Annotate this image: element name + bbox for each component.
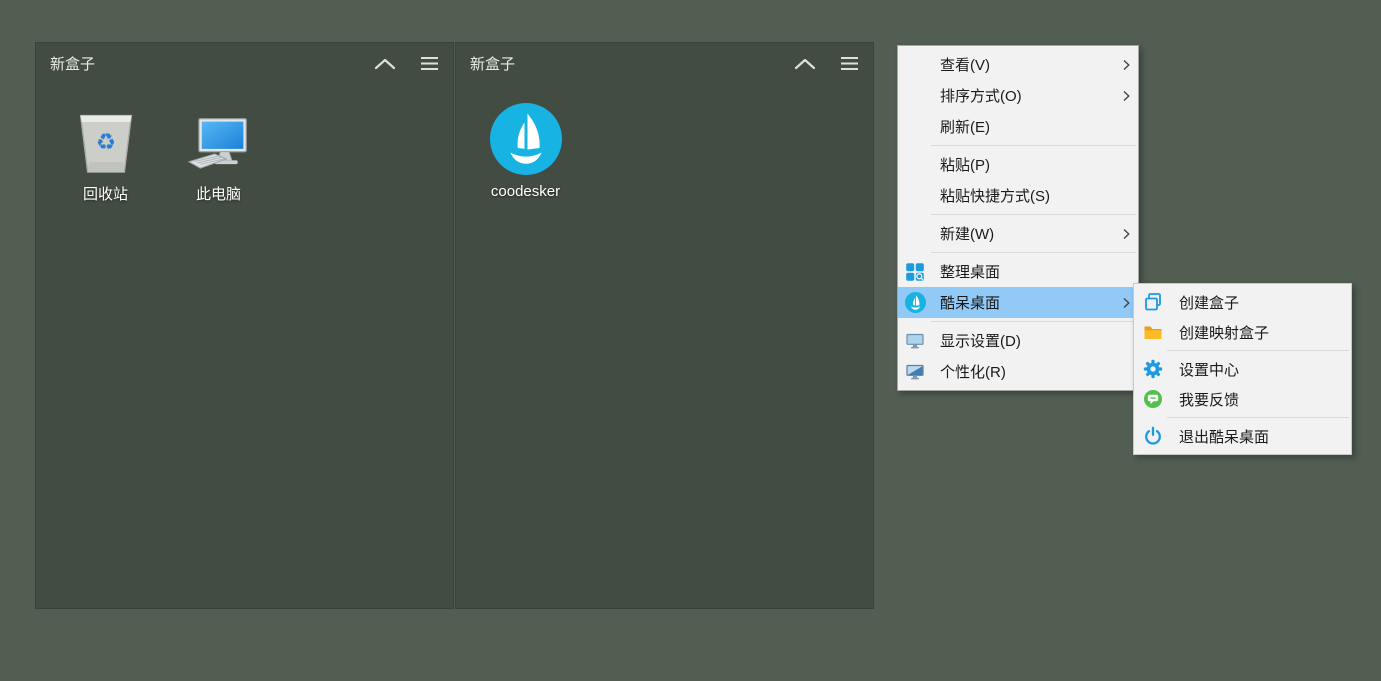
- submenu-arrow-icon: [1114, 90, 1138, 102]
- create-box-icon: [1134, 292, 1171, 312]
- display-settings-icon: [898, 331, 932, 351]
- box-titlebar[interactable]: 新盒子: [456, 43, 873, 83]
- organize-desktop-icon: [898, 262, 932, 282]
- chevron-up-icon[interactable]: [374, 57, 396, 70]
- personalize-icon: [898, 362, 932, 382]
- hamburger-menu-icon[interactable]: [839, 56, 860, 71]
- menu-item-sort-by[interactable]: 排序方式(O): [898, 80, 1138, 111]
- icon-label: 此电脑: [196, 183, 241, 204]
- menu-separator: [931, 145, 1136, 146]
- submenu-item-create-mapped-box[interactable]: 创建映射盒子: [1134, 317, 1351, 347]
- submenu-arrow-icon: [1114, 228, 1138, 240]
- menu-item-new[interactable]: 新建(W): [898, 218, 1138, 249]
- box-titlebar[interactable]: 新盒子: [36, 43, 453, 83]
- this-pc-icon: [186, 97, 252, 175]
- submenu-item-create-box[interactable]: 创建盒子: [1134, 287, 1351, 317]
- box-title: 新盒子: [50, 53, 374, 74]
- icon-label: 回收站: [83, 183, 128, 204]
- menu-separator: [931, 252, 1136, 253]
- submenu-item-feedback[interactable]: 我要反馈: [1134, 384, 1351, 414]
- menu-item-display-settings[interactable]: 显示设置(D): [898, 325, 1138, 356]
- desktop-icon-recycle-bin[interactable]: ♻ 回收站: [49, 97, 162, 204]
- hamburger-menu-icon[interactable]: [419, 56, 440, 71]
- icon-label: coodesker: [491, 183, 560, 200]
- folder-icon: [1134, 322, 1171, 342]
- menu-item-organize-desktop[interactable]: 整理桌面: [898, 256, 1138, 287]
- feedback-chat-icon: [1134, 389, 1171, 409]
- menu-item-paste-shortcut[interactable]: 粘贴快捷方式(S): [898, 180, 1138, 211]
- desktop-icon-this-pc[interactable]: 此电脑: [162, 97, 275, 204]
- power-icon: [1134, 426, 1171, 446]
- menu-item-paste[interactable]: 粘贴(P): [898, 149, 1138, 180]
- menu-separator: [1167, 350, 1349, 351]
- submenu-item-settings-center[interactable]: 设置中心: [1134, 354, 1351, 384]
- menu-separator: [931, 321, 1136, 322]
- menu-item-refresh[interactable]: 刷新(E): [898, 111, 1138, 142]
- submenu-item-exit-coodesker[interactable]: 退出酷呆桌面: [1134, 421, 1351, 451]
- desktop-box-2: 新盒子 coodesker: [455, 42, 874, 609]
- coodesker-sailboat-icon: [898, 292, 932, 313]
- chevron-up-icon[interactable]: [794, 57, 816, 70]
- menu-separator: [931, 214, 1136, 215]
- desktop-context-menu: 查看(V) 排序方式(O) 刷新(E) 粘贴(P) 粘贴快捷方式(S) 新建(W…: [897, 45, 1139, 391]
- menu-separator: [1167, 417, 1349, 418]
- desktop-box-1: 新盒子 ♻ 回收站: [35, 42, 454, 609]
- coodesker-sailboat-icon: [490, 97, 562, 175]
- svg-text:♻: ♻: [95, 129, 115, 154]
- menu-item-personalize[interactable]: 个性化(R): [898, 356, 1138, 387]
- menu-item-coodesker[interactable]: 酷呆桌面: [898, 287, 1138, 318]
- desktop-icon-coodesker[interactable]: coodesker: [469, 97, 582, 200]
- box-title: 新盒子: [470, 53, 794, 74]
- menu-item-view[interactable]: 查看(V): [898, 49, 1138, 80]
- recycle-bin-icon: ♻: [75, 97, 137, 175]
- submenu-arrow-icon: [1114, 59, 1138, 71]
- coodesker-submenu: 创建盒子 创建映射盒子: [1133, 283, 1352, 455]
- gear-icon: [1134, 359, 1171, 379]
